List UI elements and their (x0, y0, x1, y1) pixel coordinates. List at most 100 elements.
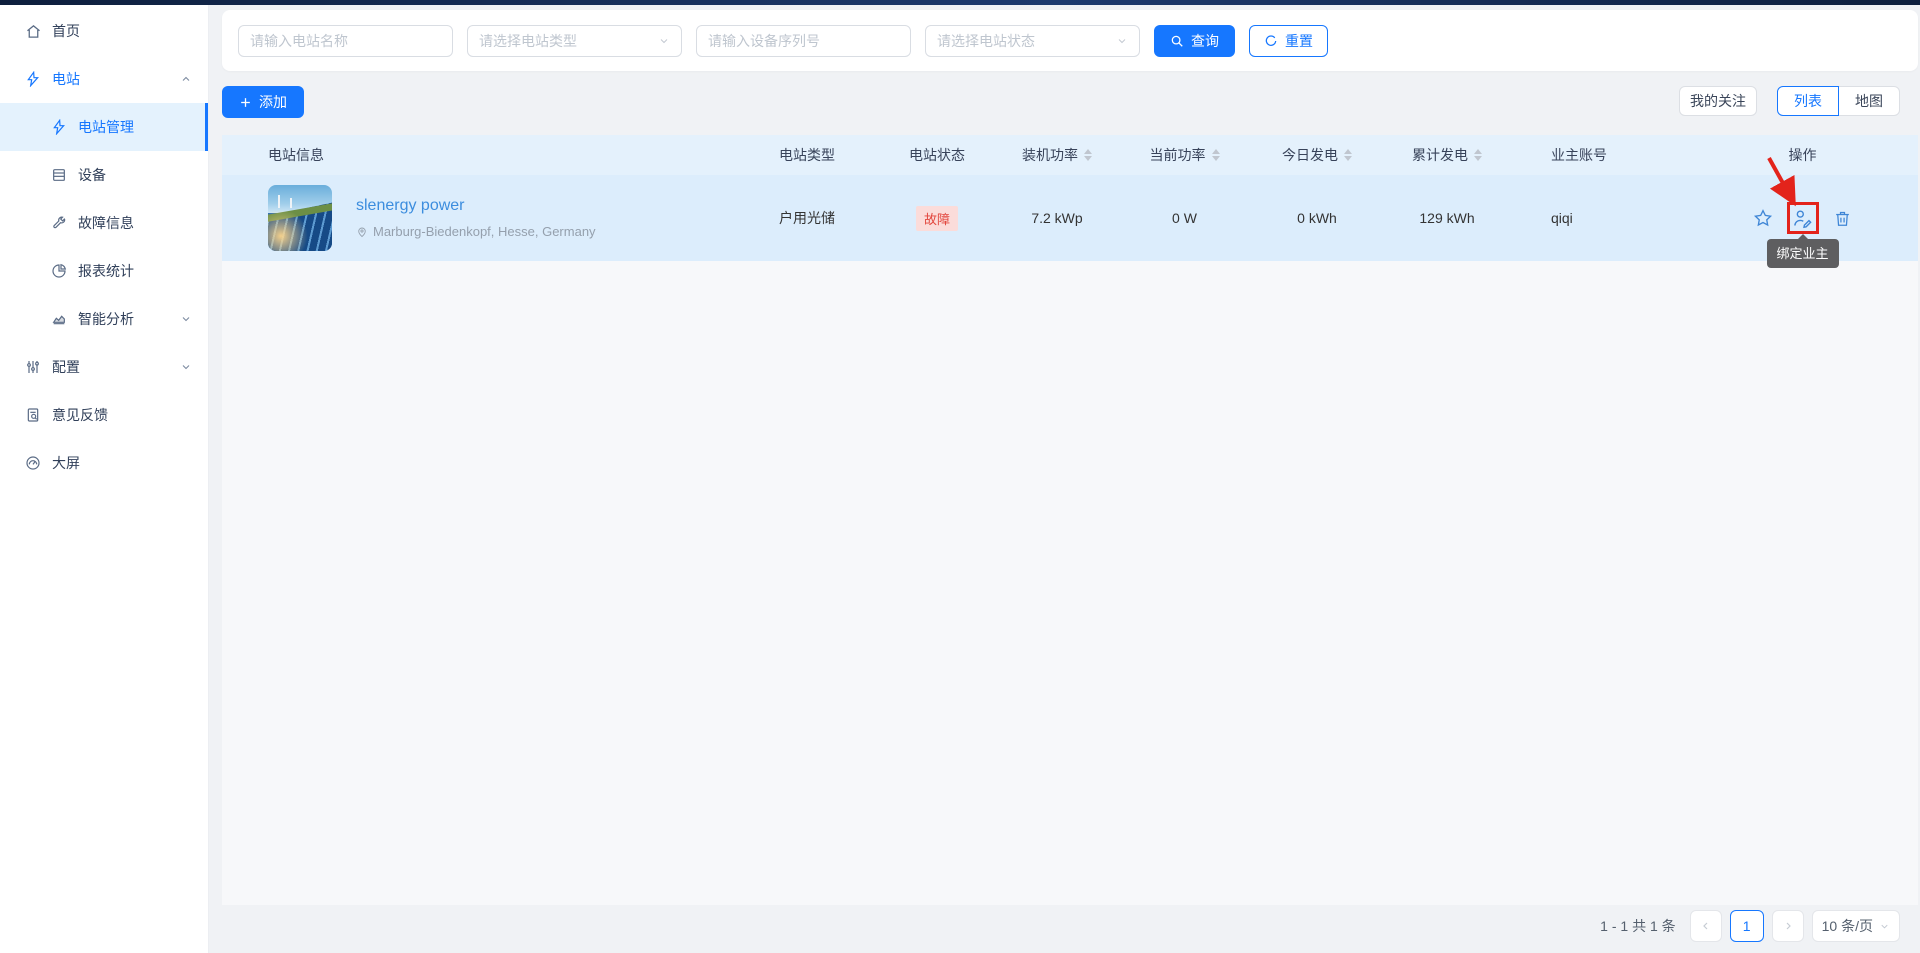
device-list-icon (50, 166, 68, 184)
column-header-today-energy: 今日发电 (1247, 145, 1387, 165)
total-energy-value: 129 kWh (1419, 210, 1475, 226)
view-mode-toggle: 列表 地图 (1777, 86, 1900, 116)
sidebar-item-label: 设备 (78, 167, 106, 183)
sidebar-item-fault-info[interactable]: 故障信息 (0, 199, 208, 247)
station-type-placeholder: 请选择电站类型 (479, 32, 577, 49)
sidebar-item-label: 意见反馈 (52, 407, 108, 423)
chevron-down-icon (180, 361, 192, 373)
view-mode-map[interactable]: 地图 (1838, 86, 1900, 116)
home-icon (24, 22, 42, 40)
sort-icon[interactable] (1211, 149, 1220, 161)
column-header-owner-account: 业主账号 (1551, 147, 1607, 163)
my-follow-button[interactable]: 我的关注 (1679, 86, 1757, 116)
installed-power-value: 7.2 kWp (1031, 210, 1083, 226)
page-size-select[interactable]: 10 条/页 (1811, 910, 1900, 942)
chevron-down-icon (180, 313, 192, 325)
today-energy-value: 0 kWh (1297, 210, 1337, 226)
sidebar-item-label: 大屏 (52, 455, 80, 471)
search-icon (1170, 34, 1184, 48)
sidebar-item-devices[interactable]: 设备 (0, 151, 208, 199)
sidebar-item-label: 配置 (52, 359, 80, 375)
refresh-icon (1264, 34, 1278, 48)
dashboard-gauge-icon (24, 454, 42, 472)
sidebar-item-smart-analysis[interactable]: 智能分析 (0, 295, 208, 343)
reset-button[interactable]: 重置 (1249, 24, 1328, 57)
column-header-total-energy: 累计发电 (1387, 145, 1507, 165)
next-page-button[interactable] (1771, 910, 1804, 942)
sidebar-item-station[interactable]: 电站 (0, 55, 208, 103)
table-row[interactable]: slenergy power Marburg-Biedenkopf, Hesse… (222, 157, 1918, 268)
pagination: 1 - 1 共 1 条 1 10 条/页 (1600, 910, 1900, 942)
sidebar-item-home[interactable]: 首页 (0, 7, 208, 55)
wrench-icon (50, 214, 68, 232)
favorite-star-icon[interactable] (1752, 207, 1774, 229)
status-badge: 故障 (915, 205, 958, 231)
view-toolbar: 我的关注 列表 地图 (1679, 86, 1900, 116)
sort-icon[interactable] (1474, 149, 1482, 161)
station-status-select[interactable]: 请选择电站状态 (925, 24, 1140, 57)
page-number-button[interactable]: 1 (1729, 910, 1764, 942)
station-location: Marburg-Biedenkopf, Hesse, Germany (373, 224, 596, 239)
map-view-label: 地图 (1855, 93, 1883, 109)
station-table: 电站信息 电站类型 电站状态 装机功率 当前功率 今日发电 累计发电 业主账号 … (222, 135, 1918, 905)
prev-page-button[interactable] (1689, 910, 1722, 942)
my-follow-label: 我的关注 (1690, 93, 1746, 109)
lightning-icon (50, 118, 68, 136)
list-view-label: 列表 (1794, 93, 1822, 109)
bind-owner-target: 绑定业主 (1766, 157, 1839, 268)
search-button-label: 查询 (1191, 32, 1219, 49)
sidebar-item-label: 智能分析 (78, 311, 134, 327)
location-pin-icon (356, 226, 368, 238)
bind-owner-icon[interactable] (1792, 207, 1814, 229)
lightning-icon (24, 70, 42, 88)
column-header-station-info: 电站信息 (268, 147, 324, 163)
sidebar-item-configuration[interactable]: 配置 (0, 343, 208, 391)
pie-chart-icon (50, 262, 68, 280)
station-status-placeholder: 请选择电站状态 (937, 32, 1035, 49)
sidebar: 首页 电站 电站管理 设备 故障信息 报表统计 智能分析 配置 意见反馈 大屏 (0, 5, 209, 953)
add-button-label: 添加 (259, 94, 287, 110)
station-type: 户用光储 (779, 210, 835, 226)
station-name-input[interactable] (238, 24, 453, 57)
sidebar-item-label: 电站管理 (78, 119, 134, 135)
area-chart-icon (50, 310, 68, 328)
plus-icon (239, 96, 252, 109)
station-name-link[interactable]: slenergy power (356, 197, 596, 215)
sliders-icon (24, 358, 42, 376)
sort-icon[interactable] (1084, 149, 1092, 161)
device-serial-input[interactable] (696, 24, 911, 57)
column-header-current-power: 当前功率 (1122, 145, 1247, 165)
chevron-down-icon (658, 35, 670, 47)
sidebar-item-label: 电站 (52, 71, 80, 87)
pagination-total: 1 - 1 共 1 条 (1600, 918, 1676, 934)
sidebar-item-report-statistics[interactable]: 报表统计 (0, 247, 208, 295)
search-button[interactable]: 查询 (1154, 24, 1235, 57)
column-header-actions: 操作 (1788, 147, 1817, 163)
station-info-cell: slenergy power Marburg-Biedenkopf, Hesse… (222, 185, 732, 251)
add-station-button[interactable]: 添加 (222, 86, 304, 118)
column-header-installed-power: 装机功率 (992, 145, 1122, 165)
filter-bar: 请选择电站类型 请选择电站状态 查询 重置 (222, 10, 1918, 71)
table-header-row: 电站信息 电站类型 电站状态 装机功率 当前功率 今日发电 累计发电 业主账号 … (222, 135, 1918, 175)
feedback-icon (24, 406, 42, 424)
station-type-select[interactable]: 请选择电站类型 (467, 24, 682, 57)
chevron-down-icon (1879, 921, 1890, 932)
page-size-value: 10 条/页 (1821, 918, 1873, 934)
view-mode-list[interactable]: 列表 (1777, 86, 1839, 116)
delete-trash-icon[interactable] (1832, 207, 1854, 229)
reset-button-label: 重置 (1285, 32, 1313, 49)
sidebar-item-feedback[interactable]: 意见反馈 (0, 391, 208, 439)
chevron-up-icon (180, 73, 192, 85)
sort-icon[interactable] (1344, 149, 1352, 161)
main-content: 请选择电站类型 请选择电站状态 查询 重置 (209, 5, 1920, 953)
sidebar-item-label: 首页 (52, 23, 80, 39)
sidebar-item-label: 报表统计 (78, 263, 134, 279)
column-header-station-type: 电站类型 (779, 147, 835, 163)
row-actions: 绑定业主 (1752, 157, 1854, 268)
chevron-down-icon (1116, 35, 1128, 47)
sidebar-item-big-screen[interactable]: 大屏 (0, 439, 208, 487)
sidebar-item-station-management[interactable]: 电站管理 (0, 103, 208, 151)
current-power-value: 0 W (1172, 210, 1197, 226)
owner-account-value: qiqi (1551, 210, 1573, 226)
station-thumbnail[interactable] (268, 185, 332, 251)
